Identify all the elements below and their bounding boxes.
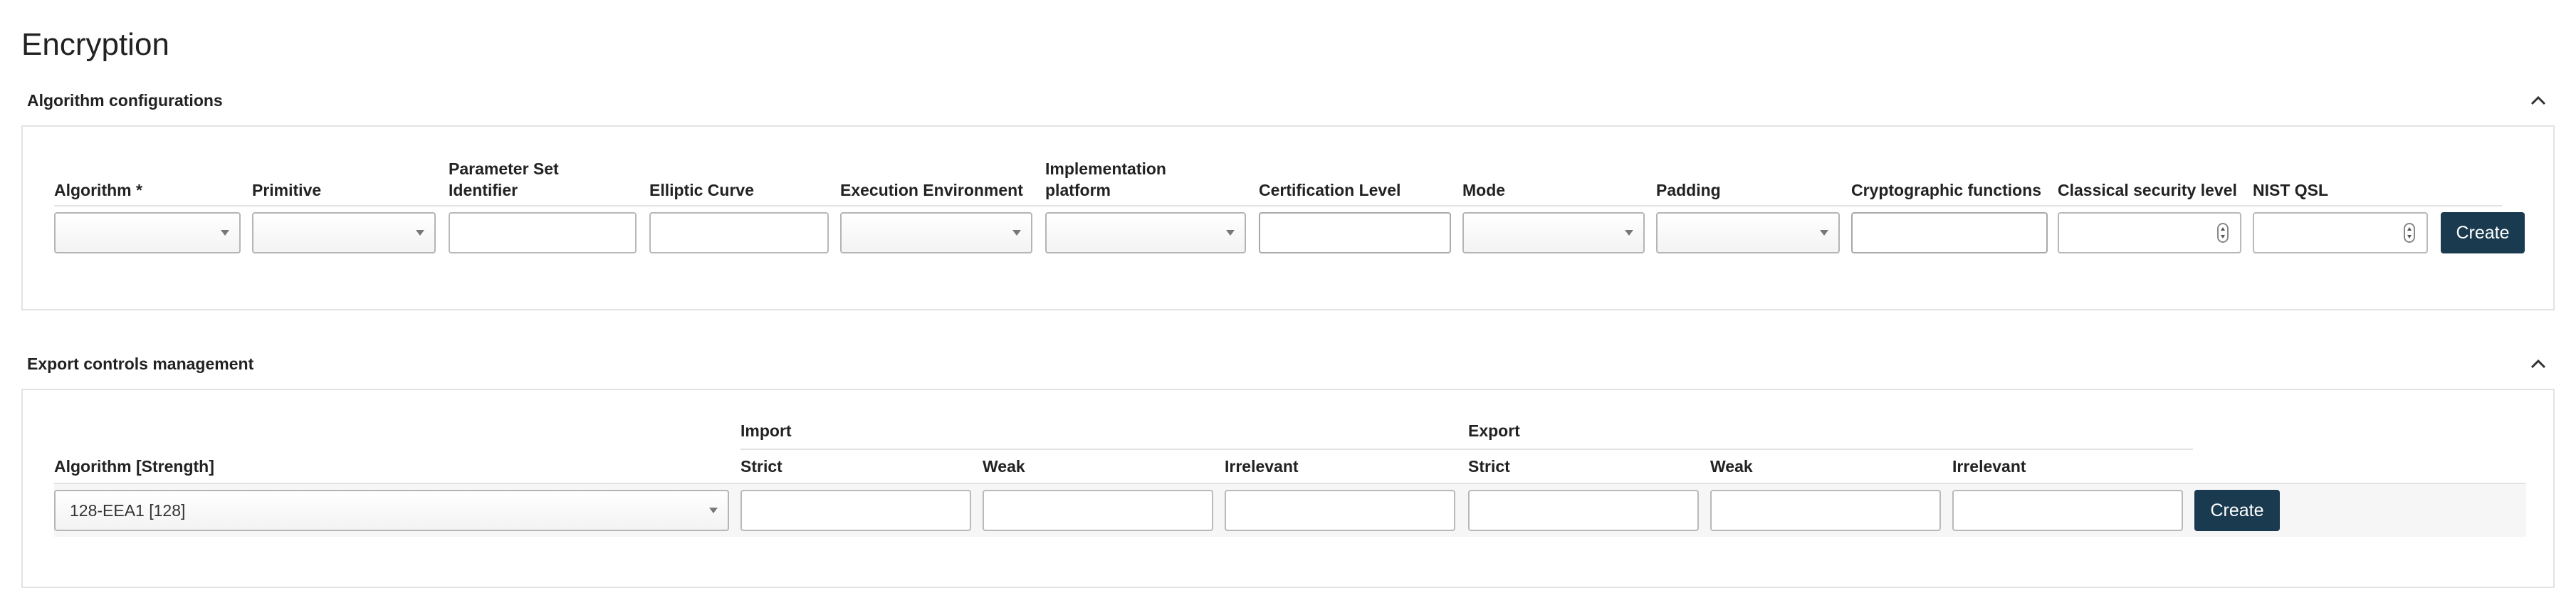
cryptographic-functions-input[interactable] bbox=[1851, 212, 2048, 253]
col-label-cryptographic-functions: Cryptographic functions bbox=[1851, 181, 2042, 199]
mode-select[interactable] bbox=[1462, 212, 1645, 253]
col-label-export-strict: Strict bbox=[1468, 457, 1510, 476]
nist-qsl-input[interactable] bbox=[2253, 212, 2428, 253]
caret-down-icon bbox=[709, 508, 718, 513]
col-label-execution-environment: Execution Environment bbox=[840, 181, 1023, 199]
execution-environment-select[interactable] bbox=[840, 212, 1032, 253]
caret-down-icon bbox=[1820, 230, 1828, 236]
algorithm-configurations-panel: Algorithm * Primitive Parameter Set Iden… bbox=[21, 125, 2555, 310]
export-irrelevant-input[interactable] bbox=[1952, 490, 2183, 531]
col-label-mode: Mode bbox=[1462, 181, 1506, 199]
import-irrelevant-input[interactable] bbox=[1225, 490, 1455, 531]
col-label-nist-qsl: NIST QSL bbox=[2253, 181, 2329, 199]
import-strict-input[interactable] bbox=[740, 490, 971, 531]
col-label-export-irrelevant: Irrelevant bbox=[1952, 457, 2026, 476]
export-strict-input[interactable] bbox=[1468, 490, 1699, 531]
create-export-control-button[interactable]: Create bbox=[2194, 490, 2280, 531]
col-label-import-irrelevant: Irrelevant bbox=[1225, 457, 1299, 476]
export-weak-input[interactable] bbox=[1710, 490, 1941, 531]
col-label-certification-level: Certification Level bbox=[1259, 181, 1401, 199]
algorithm-select[interactable] bbox=[54, 212, 241, 253]
export-controls-header[interactable]: Export controls management bbox=[27, 355, 253, 374]
caret-down-icon bbox=[1625, 230, 1633, 236]
col-label-classical-security-level: Classical security level bbox=[2058, 181, 2237, 199]
parameter-set-identifier-input[interactable] bbox=[449, 212, 637, 253]
primitive-select[interactable] bbox=[252, 212, 436, 253]
number-spinner-icon[interactable] bbox=[2217, 223, 2229, 243]
col-label-elliptic-curve: Elliptic Curve bbox=[649, 181, 754, 199]
caret-down-icon bbox=[416, 230, 424, 236]
export-controls-panel: Import Export Algorithm [Strength] Stric… bbox=[21, 389, 2555, 588]
chevron-up-icon[interactable] bbox=[2528, 353, 2549, 374]
caret-down-icon bbox=[1226, 230, 1235, 236]
caret-down-icon bbox=[1012, 230, 1021, 236]
certification-level-input[interactable] bbox=[1259, 212, 1451, 253]
col-label-padding: Padding bbox=[1656, 181, 1721, 199]
caret-down-icon bbox=[221, 230, 229, 236]
number-spinner-icon[interactable] bbox=[2404, 223, 2415, 243]
col-label-algorithm-strength: Algorithm [Strength] bbox=[54, 457, 214, 476]
col-label-import-weak: Weak bbox=[983, 457, 1025, 476]
implementation-platform-select[interactable] bbox=[1045, 212, 1246, 253]
chevron-up-icon[interactable] bbox=[2528, 90, 2549, 111]
col-label-parameter-set-identifier: Parameter Set Identifier bbox=[449, 159, 559, 199]
group-divider bbox=[740, 449, 2193, 450]
col-label-algorithm: Algorithm * bbox=[54, 181, 142, 199]
create-algorithm-button[interactable]: Create bbox=[2441, 212, 2525, 253]
col-label-import-strict: Strict bbox=[740, 457, 782, 476]
header-divider bbox=[54, 205, 2502, 206]
algorithm-configurations-header[interactable]: Algorithm configurations bbox=[27, 91, 223, 110]
group-label-export: Export bbox=[1468, 421, 1520, 440]
col-label-export-weak: Weak bbox=[1710, 457, 1753, 476]
elliptic-curve-input[interactable] bbox=[649, 212, 829, 253]
page-title: Encryption bbox=[21, 27, 169, 62]
algorithm-strength-select[interactable]: 128-EEA1 [128] bbox=[54, 490, 729, 531]
padding-select[interactable] bbox=[1656, 212, 1840, 253]
import-weak-input[interactable] bbox=[983, 490, 1213, 531]
classical-security-level-input[interactable] bbox=[2058, 212, 2241, 253]
col-label-implementation-platform: Implementation platform bbox=[1045, 159, 1166, 199]
col-label-primitive: Primitive bbox=[252, 181, 322, 199]
group-label-import: Import bbox=[740, 421, 792, 440]
